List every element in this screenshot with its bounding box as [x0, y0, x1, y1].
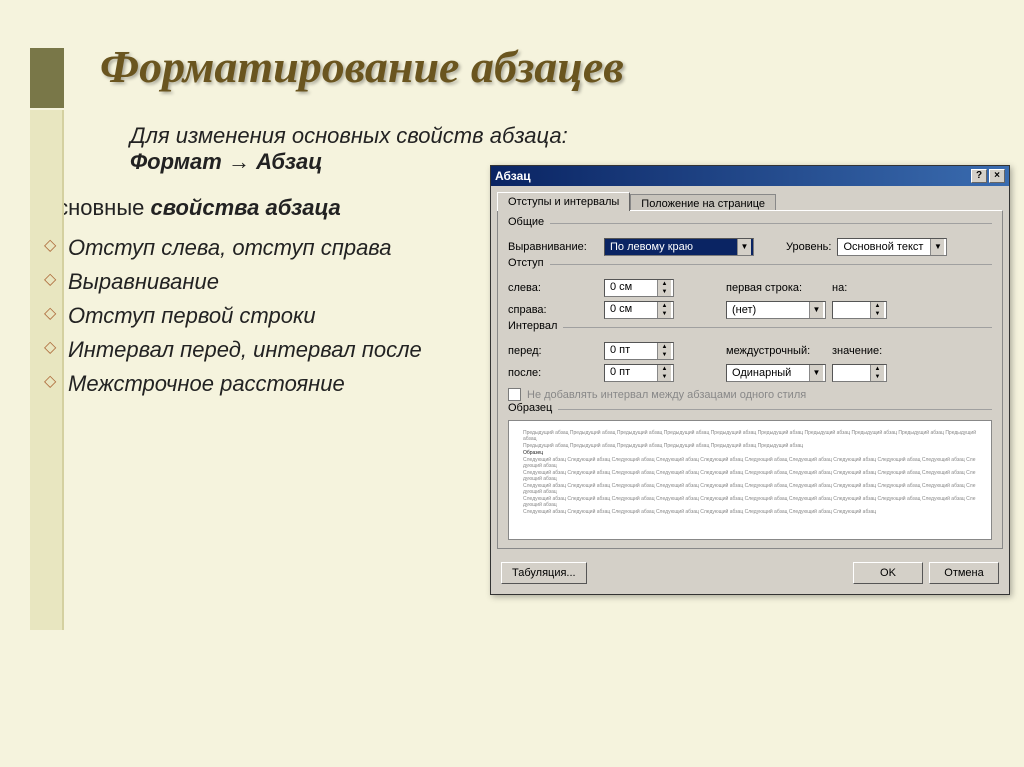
na-label: на: [832, 282, 842, 294]
chevron-down-icon: ▼ [809, 302, 823, 318]
tabulation-label: Табуляция... [512, 567, 576, 579]
list-item: Выравнивание [40, 265, 500, 299]
after-spin[interactable]: 0 пт ▲▼ [604, 364, 674, 382]
slide: Форматирование абзацев Для изменения осн… [0, 0, 1024, 767]
subtitle: Основные свойства абзаца [40, 195, 500, 221]
left-column: Основные свойства абзаца Отступ слева, о… [30, 195, 500, 401]
first-line-label: первая строка: [726, 282, 826, 294]
subtitle-bold: свойства абзаца [151, 195, 341, 220]
tab-strip: Отступы и интервалы Положение на страниц… [491, 186, 1009, 211]
help-button[interactable]: ? [971, 169, 987, 183]
cancel-button[interactable]: Отмена [929, 562, 999, 584]
linespacing-value-value [835, 365, 870, 381]
dialog-titlebar[interactable]: Абзац ? × [491, 166, 1009, 186]
indent-left-value: 0 см [607, 280, 657, 296]
value-label: значение: [832, 345, 882, 357]
first-line-na-value [835, 302, 870, 318]
before-value: 0 пт [607, 343, 657, 359]
close-button[interactable]: × [989, 169, 1005, 183]
list-item: Интервал перед, интервал после [40, 333, 500, 367]
ok-button[interactable]: OK [853, 562, 923, 584]
align-value: По левому краю [607, 240, 737, 254]
align-label: Выравнивание: [508, 241, 598, 253]
align-combo[interactable]: По левому краю ▼ [604, 238, 754, 256]
spinner-buttons[interactable]: ▲▼ [870, 365, 884, 381]
level-label: Уровень: [786, 241, 831, 253]
same-style-label: Не добавлять интервал между абзацами одн… [527, 389, 806, 401]
spinner-buttons[interactable]: ▲▼ [657, 302, 671, 318]
after-label: после: [508, 367, 598, 379]
after-value: 0 пт [607, 365, 657, 381]
accent-block-dark [30, 48, 64, 108]
tab-indents[interactable]: Отступы и интервалы [497, 192, 630, 211]
intro-menu2: Абзац [256, 149, 322, 174]
intro-menu1: Формат [130, 149, 222, 174]
spinner-buttons[interactable]: ▲▼ [870, 302, 884, 318]
linespacing-combo[interactable]: Одинарный ▼ [726, 364, 826, 382]
paragraph-dialog: Абзац ? × Отступы и интервалы Положение … [490, 165, 1010, 595]
before-label: перед: [508, 345, 598, 357]
intro-line1: Для изменения основных свойств абзаца: [130, 123, 994, 149]
linespacing-label: междустрочный: [726, 345, 826, 357]
arrow-icon: → [228, 149, 250, 174]
indent-left-spin[interactable]: 0 см ▲▼ [604, 279, 674, 297]
tab-panel: Общие Выравнивание: По левому краю ▼ Уро… [497, 210, 1003, 549]
level-value: Основной текст [840, 240, 930, 254]
indent-right-spin[interactable]: 0 см ▲▼ [604, 301, 674, 319]
sample-preview: Предыдущий абзац Предыдущий абзац Предыд… [508, 420, 992, 540]
indent-right-label: справа: [508, 304, 598, 316]
group-general-label: Общие [508, 216, 550, 228]
bullet-list: Отступ слева, отступ справа Выравнивание… [40, 231, 500, 401]
list-item: Межстрочное расстояние [40, 367, 500, 401]
chevron-down-icon: ▼ [737, 239, 751, 255]
before-spin[interactable]: 0 пт ▲▼ [604, 342, 674, 360]
list-item: Отступ слева, отступ справа [40, 231, 500, 265]
dialog-button-bar: Табуляция... OK Отмена [491, 556, 1009, 594]
group-sample-label: Образец [508, 402, 558, 414]
chevron-down-icon: ▼ [930, 239, 944, 255]
first-line-value: (нет) [729, 303, 809, 317]
list-item: Отступ первой строки [40, 299, 500, 333]
slide-title: Форматирование абзацев [100, 40, 994, 93]
linespacing-value-spin[interactable]: ▲▼ [832, 364, 887, 382]
level-combo[interactable]: Основной текст ▼ [837, 238, 947, 256]
spinner-buttons[interactable]: ▲▼ [657, 280, 671, 296]
same-style-checkbox[interactable] [508, 388, 521, 401]
first-line-combo[interactable]: (нет) ▼ [726, 301, 826, 319]
indent-left-label: слева: [508, 282, 598, 294]
group-indent-label: Отступ [508, 257, 550, 269]
group-interval-label: Интервал [508, 320, 563, 332]
spinner-buttons[interactable]: ▲▼ [657, 365, 671, 381]
first-line-na-spin[interactable]: ▲▼ [832, 301, 887, 319]
tabulation-button[interactable]: Табуляция... [501, 562, 587, 584]
indent-right-value: 0 см [607, 302, 657, 318]
spinner-buttons[interactable]: ▲▼ [657, 343, 671, 359]
chevron-down-icon: ▼ [809, 365, 823, 381]
linespacing-value: Одинарный [729, 366, 809, 380]
dialog-title: Абзац [495, 169, 969, 183]
